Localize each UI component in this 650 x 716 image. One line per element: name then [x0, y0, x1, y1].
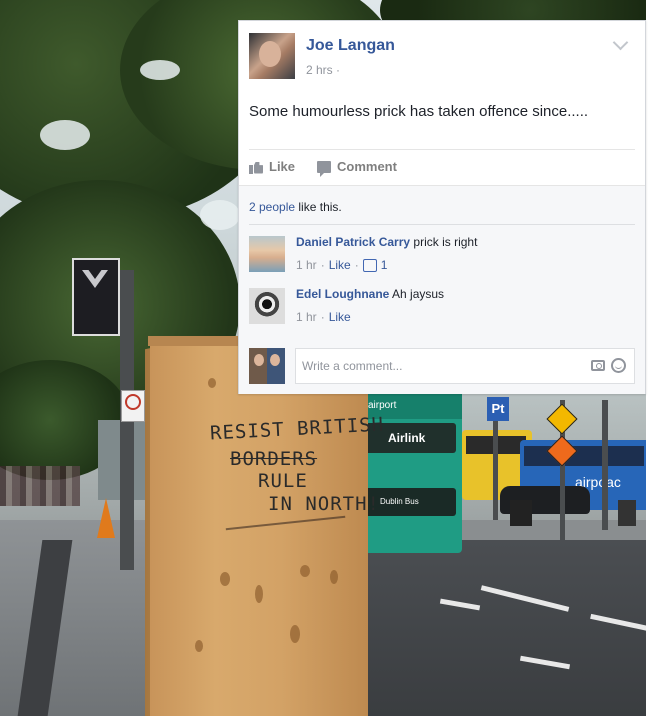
comment-bubble-icon: [317, 160, 331, 177]
wood-knot: [255, 585, 263, 603]
image-edge: [646, 0, 650, 716]
divider: [249, 149, 635, 150]
banner-logo: [82, 270, 108, 288]
timestamp-separator: ·: [336, 63, 341, 77]
commenter-name[interactable]: Daniel Patrick Carry: [296, 235, 410, 249]
comment-body: Daniel Patrick Carry prick is right: [296, 235, 477, 249]
wood-knot: [330, 570, 338, 584]
comment-text: Ah jaysus: [392, 287, 445, 301]
like-button-label: Like: [269, 159, 296, 174]
comment-time[interactable]: 1 hr: [296, 310, 317, 324]
emoji-icon[interactable]: [611, 358, 626, 373]
comment-like-link[interactable]: Like: [329, 258, 351, 272]
likes-summary-suffix: like this.: [298, 200, 342, 214]
divider: [249, 224, 635, 225]
meta-separator: ·: [320, 310, 325, 324]
bus-route-label: airport: [368, 400, 397, 411]
comments-section: 2 people like this. Daniel Patrick Carry…: [239, 185, 645, 394]
parking-sign: Pt: [487, 397, 509, 421]
comment-composer: [249, 348, 635, 384]
wood-knot: [220, 572, 230, 586]
graffiti-line: RULE: [258, 470, 308, 492]
bus-brand-label: Airlink: [388, 431, 426, 445]
facebook-post-card: Joe Langan 2 hrs · Some humourless prick…: [238, 20, 646, 394]
comment-meta: 1 hr · Like: [296, 310, 351, 324]
likes-summary: 2 people like this.: [249, 200, 342, 214]
comment-button-label: Comment: [337, 159, 397, 174]
commenter-name[interactable]: Edel Loughnane: [296, 287, 389, 301]
wood-knot: [195, 640, 203, 652]
comment-time[interactable]: 1 hr: [296, 258, 317, 272]
sky-gap: [140, 60, 180, 80]
bollard: [510, 500, 532, 526]
comment-button[interactable]: Comment: [317, 159, 397, 177]
comment-body: Edel Loughnane Ah jaysus: [296, 287, 444, 301]
post-author-name[interactable]: Joe Langan: [306, 37, 395, 55]
comment-input[interactable]: [295, 348, 635, 384]
pedestrians: [0, 466, 80, 506]
like-button[interactable]: Like: [249, 159, 295, 174]
thumbs-up-icon: [249, 160, 263, 174]
street-banner: [72, 258, 120, 336]
commenter-avatar[interactable]: [249, 236, 285, 272]
post-timestamp-text[interactable]: 2 hrs: [306, 63, 333, 77]
bus-operator-label: Dublin Bus: [380, 497, 419, 506]
post-timestamp[interactable]: 2 hrs ·: [306, 63, 340, 77]
road: [360, 540, 646, 716]
meta-separator: ·: [320, 258, 325, 272]
viewer-avatar: [249, 348, 285, 384]
sky-gap: [200, 200, 240, 230]
comment-text: prick is right: [413, 235, 478, 249]
graffiti-line: BORDERS: [230, 448, 318, 470]
wood-knot: [290, 625, 300, 643]
wooden-hoarding: [150, 338, 368, 716]
comment-like-link[interactable]: Like: [329, 310, 351, 324]
camera-icon[interactable]: [591, 360, 605, 371]
warning-sign: [546, 403, 578, 435]
traffic-cone: [97, 498, 115, 538]
post-text: Some humourless prick has taken offence …: [249, 103, 589, 120]
wood-knot: [208, 378, 216, 388]
litter-bin: [618, 500, 636, 526]
commenter-avatar[interactable]: [249, 288, 285, 324]
author-avatar[interactable]: [249, 33, 295, 79]
sky-gap: [40, 120, 90, 150]
wood-knot: [300, 565, 310, 577]
comment-meta: 1 hr · Like · 1: [296, 258, 387, 272]
likers-link[interactable]: 2 people: [249, 200, 295, 214]
no-entry-sign: [121, 390, 145, 422]
thumbs-up-icon: [362, 258, 377, 272]
chevron-down-icon[interactable]: [612, 34, 629, 51]
lamp-post: [602, 400, 608, 530]
meta-separator: ·: [354, 258, 359, 272]
comment-like-count[interactable]: 1: [381, 258, 388, 272]
